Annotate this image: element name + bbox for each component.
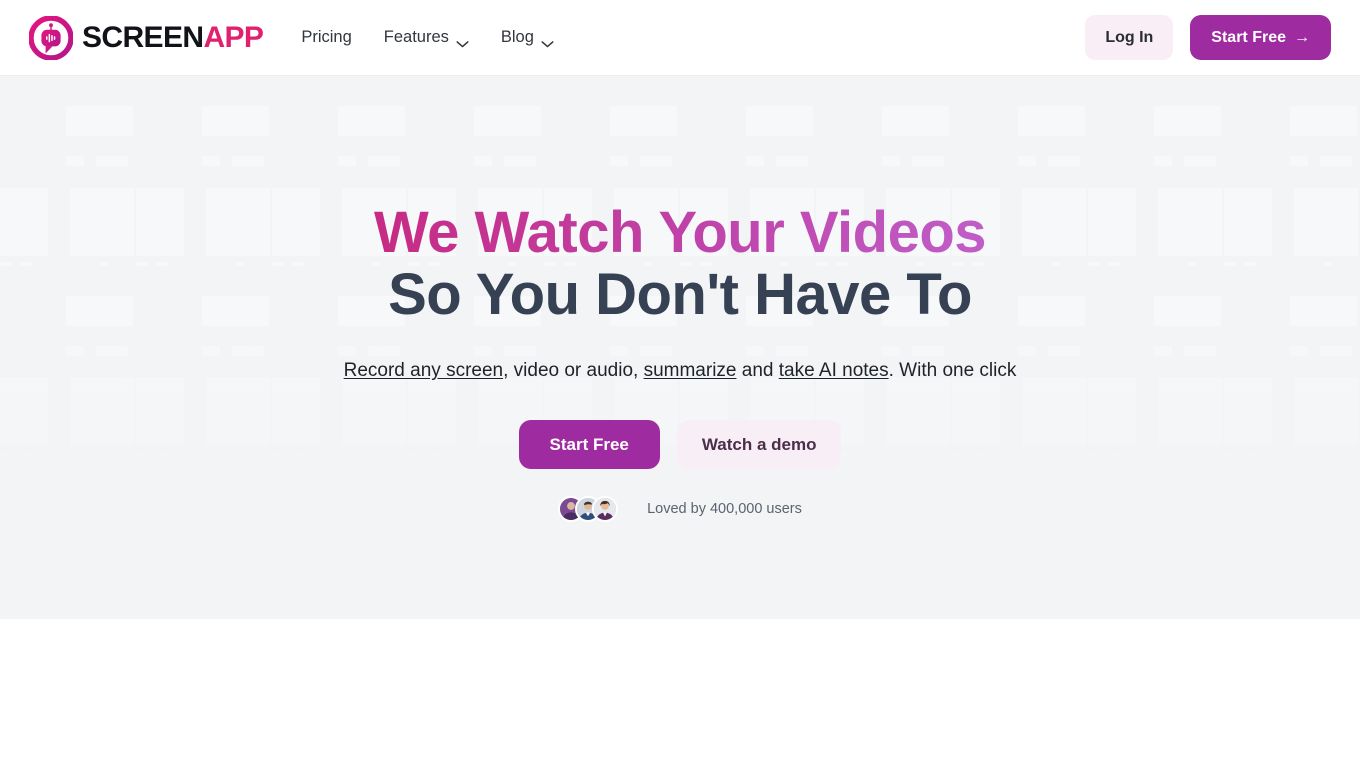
hero-title-line-2: So You Don't Have To <box>388 262 972 327</box>
nav-item-pricing-label: Pricing <box>301 28 352 46</box>
hero-section: We Watch Your Videos So You Don't Have T… <box>0 76 1360 619</box>
nav-actions: Log In Start Free → <box>1085 15 1331 60</box>
chevron-down-icon <box>541 34 554 47</box>
hero-subtitle-mid-1: , video or audio, <box>503 360 644 381</box>
brand-logo-link[interactable]: SCREENAPP <box>28 14 264 61</box>
brand-wordmark: SCREENAPP <box>82 20 264 54</box>
chevron-down-icon <box>456 34 469 47</box>
avatar <box>592 496 619 522</box>
hero-subtitle: Record any screen, video or audio, summa… <box>0 358 1360 384</box>
log-in-label: Log In <box>1105 28 1154 46</box>
nav-item-features[interactable]: Features <box>384 28 469 47</box>
start-free-nav-label: Start Free <box>1211 28 1286 46</box>
nav-item-features-label: Features <box>383 28 449 46</box>
social-proof-text: Loved by 400,000 users <box>647 501 802 517</box>
hero-link-record-any-screen[interactable]: Record any screen <box>344 360 503 381</box>
primary-nav: Pricing Features Blog <box>301 28 554 47</box>
screenapp-robot-logo-icon <box>28 14 74 61</box>
top-navbar: SCREENAPP Pricing Features Blog Log In S… <box>0 0 1360 76</box>
watch-a-demo-label: Watch a demo <box>701 434 817 454</box>
start-free-button-nav[interactable]: Start Free → <box>1190 15 1331 60</box>
hero-title-line-1: We Watch Your Videos <box>0 202 1360 264</box>
start-free-button-hero[interactable]: Start Free <box>518 420 660 469</box>
nav-item-blog-label: Blog <box>500 28 534 46</box>
brand-screen-text: SCREEN <box>82 20 204 54</box>
hero-content: We Watch Your Videos So You Don't Have T… <box>0 76 1360 522</box>
nav-item-pricing[interactable]: Pricing <box>301 28 351 47</box>
nav-item-blog[interactable]: Blog <box>501 28 554 47</box>
start-free-hero-label: Start Free <box>549 434 629 454</box>
hero-link-summarize[interactable]: summarize <box>644 360 737 381</box>
hero-title: We Watch Your Videos So You Don't Have T… <box>0 202 1360 326</box>
hero-subtitle-tail: . With one click <box>888 360 1017 381</box>
brand-app-text: APP <box>203 20 264 54</box>
avatar-group <box>558 496 619 522</box>
log-in-button[interactable]: Log In <box>1085 15 1174 60</box>
hero-subtitle-mid-2: and <box>736 360 779 381</box>
hero-link-take-ai-notes[interactable]: take AI notes <box>779 360 889 381</box>
social-proof: Loved by 400,000 users <box>0 496 1360 522</box>
hero-cta-group: Start Free Watch a demo <box>0 420 1360 469</box>
arrow-right-icon: → <box>1294 28 1310 46</box>
watch-a-demo-button[interactable]: Watch a demo <box>676 420 842 469</box>
